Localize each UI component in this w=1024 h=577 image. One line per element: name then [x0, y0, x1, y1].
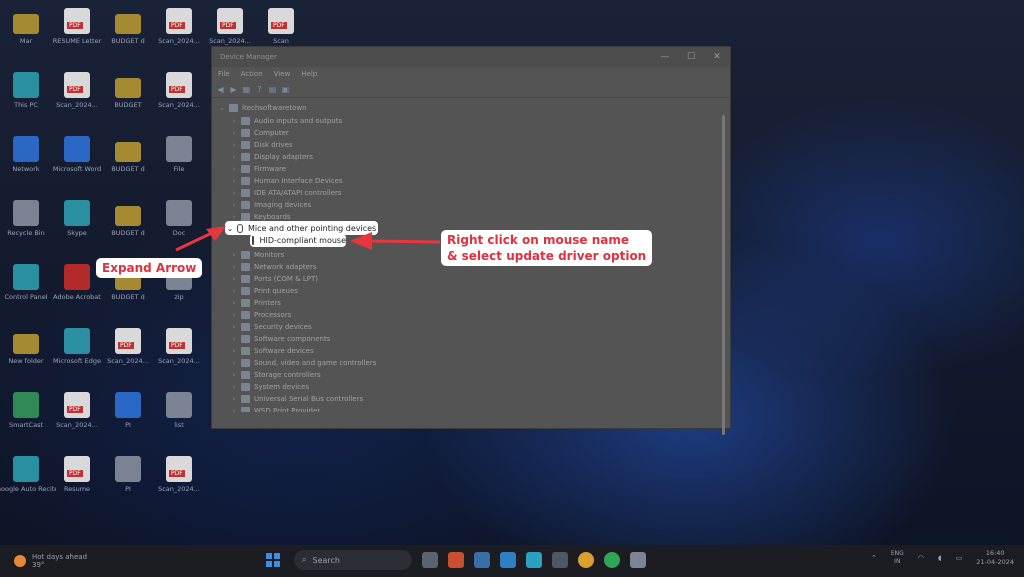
chevron-up-icon[interactable]: ⌃ — [871, 554, 877, 562]
search-icon: ⌕ — [302, 555, 307, 564]
search-placeholder: Search — [312, 555, 340, 565]
spotify-icon[interactable] — [604, 552, 620, 568]
taskbar: Hot days ahead 39° ⌕ Search ⌃ ENG IN ◠ ◖… — [0, 545, 1024, 577]
weather-temp: 39° — [32, 561, 45, 569]
store-icon[interactable] — [500, 552, 516, 568]
chrome-icon[interactable] — [578, 552, 594, 568]
file-explorer-icon[interactable] — [474, 552, 490, 568]
clock-date: 21-04-2024 — [976, 558, 1014, 566]
screen-dim-overlay — [0, 0, 1024, 577]
language-indicator[interactable]: ENG IN — [891, 550, 904, 566]
start-icon[interactable] — [266, 553, 280, 567]
taskbar-center: ⌕ Search — [266, 550, 656, 570]
battery-icon[interactable]: ▭ — [956, 554, 963, 562]
weather-widget[interactable]: Hot days ahead 39° — [14, 553, 87, 569]
clock-time: 16:40 — [985, 549, 1005, 557]
task-view-icon[interactable] — [422, 552, 438, 568]
weather-icon — [14, 555, 26, 567]
wifi-icon[interactable]: ◠ — [918, 554, 924, 562]
copilot-icon[interactable] — [448, 552, 464, 568]
device-manager-taskbar-icon[interactable] — [630, 552, 646, 568]
language-line1: ENG — [890, 550, 904, 557]
system-tray: ⌃ ENG IN ◠ ◖ ▭ 16:40 21-04-2024 — [871, 549, 1014, 567]
skype-icon[interactable] — [526, 552, 542, 568]
taskbar-search[interactable]: ⌕ Search — [294, 550, 412, 570]
volume-icon[interactable]: ◖ — [938, 554, 942, 562]
clock[interactable]: 16:40 21-04-2024 — [976, 549, 1014, 567]
language-line2: IN — [894, 558, 901, 565]
weather-text: Hot days ahead — [32, 553, 88, 561]
snipping-tool-icon[interactable] — [552, 552, 568, 568]
